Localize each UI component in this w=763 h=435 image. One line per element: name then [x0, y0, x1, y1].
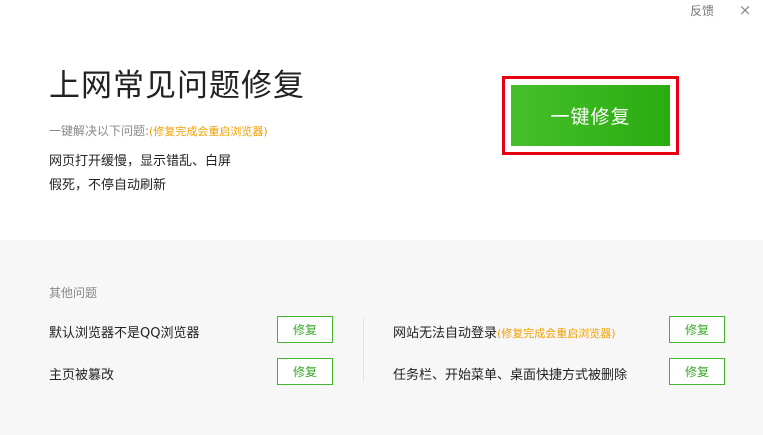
column-divider	[363, 318, 364, 382]
issue-label: 任务栏、开始菜单、桌面快捷方式被删除	[393, 368, 628, 383]
issue-default-browser: 默认浏览器不是QQ浏览器	[49, 322, 199, 341]
issue-homepage-tampered: 主页被篡改	[49, 364, 114, 383]
fix-all-highlight: 一键修复	[502, 76, 679, 155]
main-repair-panel: 上网常见问题修复 一键解决以下问题:(修复完成会重启浏览器) 网页打开缓慢，显示…	[0, 22, 763, 240]
page-title: 上网常见问题修复	[49, 68, 305, 104]
other-issues-title: 其他问题	[49, 286, 98, 300]
repair-homepage-button[interactable]: 修复	[277, 358, 333, 385]
intro-restart-note: (修复完成会重启浏览器)	[149, 125, 268, 138]
issue-label: 主页被篡改	[49, 368, 115, 383]
symptom-item: 假死，不停自动刷新	[49, 178, 167, 193]
title-bar: 反馈 ×	[0, 0, 763, 22]
feedback-link[interactable]: 反馈	[690, 2, 714, 19]
issue-auto-login: 网站无法自动登录(修复完成会重启浏览器)	[393, 322, 616, 341]
fix-all-button[interactable]: 一键修复	[511, 85, 670, 146]
close-icon[interactable]: ×	[735, 2, 755, 20]
issue-label: 网站无法自动登录	[393, 326, 498, 341]
repair-default-browser-button[interactable]: 修复	[277, 316, 333, 343]
issue-shortcuts-deleted: 任务栏、开始菜单、桌面快捷方式被删除	[393, 364, 627, 383]
other-issues-panel: 其他问题 默认浏览器不是QQ浏览器 修复 主页被篡改 修复 网站无法自动登录(修…	[0, 240, 763, 435]
issue-restart-note: (修复完成会重启浏览器)	[497, 327, 616, 340]
repair-auto-login-button[interactable]: 修复	[669, 316, 725, 343]
intro-label: 一键解决以下问题:	[49, 124, 150, 138]
symptom-item: 网页打开缓慢，显示错乱、白屏	[49, 154, 232, 169]
intro-line: 一键解决以下问题:(修复完成会重启浏览器)	[49, 122, 268, 139]
issue-label: 默认浏览器不是QQ浏览器	[49, 326, 200, 341]
repair-shortcuts-button[interactable]: 修复	[669, 358, 725, 385]
repair-window: 反馈 × 上网常见问题修复 一键解决以下问题:(修复完成会重启浏览器) 网页打开…	[0, 0, 763, 435]
